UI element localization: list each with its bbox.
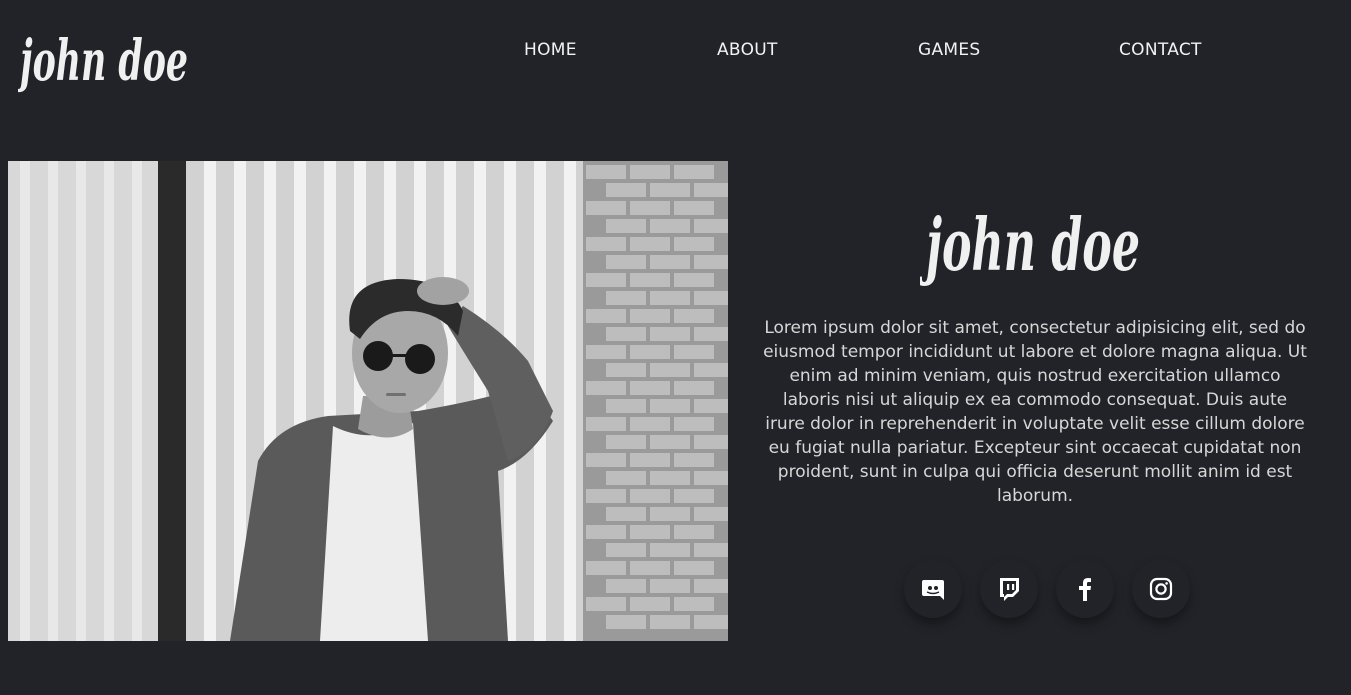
twitch-icon bbox=[1000, 578, 1019, 601]
main-nav: HOME ABOUT GAMES CONTACT bbox=[0, 40, 1351, 64]
site-logo[interactable]: john doe bbox=[18, 18, 198, 113]
hero-name-text: john doe bbox=[920, 202, 1140, 287]
discord-icon bbox=[922, 580, 944, 600]
twitch-button[interactable] bbox=[980, 560, 1038, 618]
nav-home-link[interactable]: HOME bbox=[524, 40, 577, 60]
hero-name: john doe bbox=[920, 202, 1140, 287]
bio-text: Lorem ipsum dolor sit amet, consectetur … bbox=[763, 318, 1307, 506]
portrait-photo bbox=[8, 161, 728, 641]
instagram-icon bbox=[1149, 577, 1173, 601]
social-links bbox=[898, 560, 1218, 630]
facebook-button[interactable] bbox=[1056, 560, 1114, 618]
instagram-button[interactable] bbox=[1132, 560, 1190, 618]
about-section: john doe Lorem ipsum dolor sit amet, con… bbox=[760, 200, 1310, 508]
facebook-icon bbox=[1079, 578, 1091, 601]
nav-games-link[interactable]: GAMES bbox=[918, 40, 981, 60]
nav-contact-link[interactable]: CONTACT bbox=[1119, 40, 1202, 60]
nav-about-link[interactable]: ABOUT bbox=[717, 40, 778, 60]
discord-button[interactable] bbox=[904, 560, 962, 618]
